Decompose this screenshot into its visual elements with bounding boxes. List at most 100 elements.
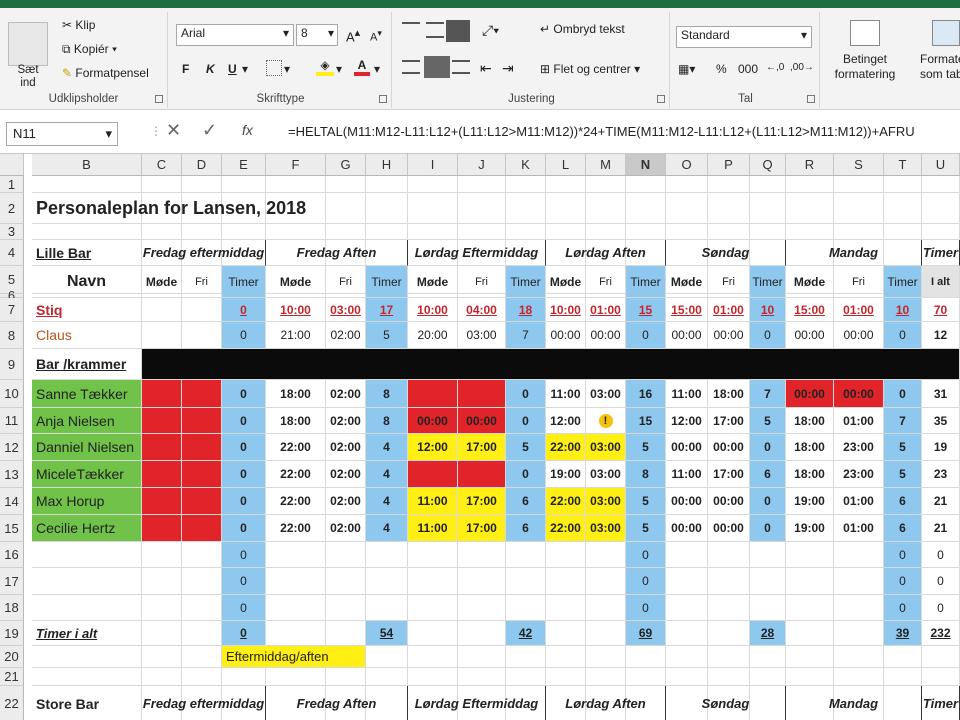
cell-u15[interactable]: 21	[922, 515, 960, 542]
cell[interactable]	[834, 568, 884, 595]
staff-name[interactable]: MiceleTækker	[32, 461, 142, 488]
subheader-fri-g[interactable]: Fri	[326, 266, 366, 298]
cell-m13[interactable]: 03:00	[586, 461, 626, 488]
cell-h14[interactable]: 4	[366, 488, 408, 515]
column-header-t[interactable]: T	[884, 154, 922, 176]
cell-p7[interactable]: 01:00	[708, 298, 750, 322]
cell[interactable]	[586, 176, 626, 193]
column-header-r[interactable]: R	[786, 154, 834, 176]
cell[interactable]	[408, 668, 458, 686]
cell-u14[interactable]: 21	[922, 488, 960, 515]
row-header-1[interactable]: 1	[0, 176, 24, 193]
cell-i15[interactable]: 11:00	[408, 515, 458, 542]
cell[interactable]	[142, 621, 182, 646]
section-store-bar[interactable]: Store Bar	[32, 686, 142, 720]
cell[interactable]	[786, 646, 834, 668]
cell[interactable]	[326, 176, 366, 193]
cell[interactable]	[266, 668, 326, 686]
cell[interactable]	[326, 568, 366, 595]
cell-n8[interactable]: 0	[626, 322, 666, 349]
cell[interactable]	[626, 176, 666, 193]
cell-f11[interactable]: 18:00	[266, 408, 326, 434]
cell-s8[interactable]: 00:00	[834, 322, 884, 349]
cell[interactable]	[546, 595, 586, 621]
cell[interactable]	[666, 646, 708, 668]
cell-p13[interactable]: 17:00	[708, 461, 750, 488]
cell-q13[interactable]: 6	[750, 461, 786, 488]
subheader-timer-k[interactable]: Timer	[506, 266, 546, 298]
cell-n16[interactable]: 0	[626, 542, 666, 568]
cell-q12[interactable]: 0	[750, 434, 786, 461]
cell-h13[interactable]: 4	[366, 461, 408, 488]
total-u[interactable]: 232	[922, 621, 960, 646]
cell-k14[interactable]: 6	[506, 488, 546, 515]
cell-c8[interactable]	[142, 322, 182, 349]
cell[interactable]	[326, 224, 366, 240]
subheader-timer-q[interactable]: Timer	[750, 266, 786, 298]
row-header-15[interactable]: 15	[0, 515, 24, 542]
cell-i8[interactable]: 20:00	[408, 322, 458, 349]
cell[interactable]	[884, 646, 922, 668]
row-header-19[interactable]: 19	[0, 621, 24, 646]
cell-l14[interactable]: 22:00	[546, 488, 586, 515]
section-lille-bar[interactable]: Lille Bar	[32, 240, 142, 266]
cell[interactable]	[586, 224, 626, 240]
cell[interactable]	[458, 224, 506, 240]
cell-t13[interactable]: 5	[884, 461, 922, 488]
cell[interactable]	[546, 568, 586, 595]
cell-p11[interactable]: 17:00	[708, 408, 750, 434]
cell-k10[interactable]: 0	[506, 380, 546, 408]
store-bar-day-5[interactable]: Mandag	[786, 686, 922, 720]
column-header-h[interactable]: H	[366, 154, 408, 176]
cell-t14[interactable]: 6	[884, 488, 922, 515]
cell[interactable]	[666, 621, 708, 646]
cell-f13[interactable]: 22:00	[266, 461, 326, 488]
staff-name[interactable]: Anja Nielsen	[32, 408, 142, 434]
cell-i14[interactable]: 11:00	[408, 488, 458, 515]
cell[interactable]	[586, 542, 626, 568]
cell[interactable]	[32, 568, 142, 595]
cell-s14[interactable]: 01:00	[834, 488, 884, 515]
cell-q7[interactable]: 10	[750, 298, 786, 322]
day-header-2[interactable]: Lørdag Eftermiddag	[408, 240, 546, 266]
cell[interactable]	[506, 668, 546, 686]
cell[interactable]	[366, 668, 408, 686]
row-header-12[interactable]: 12	[0, 434, 24, 461]
subheader-mode-o[interactable]: Møde	[666, 266, 708, 298]
staff-name[interactable]: Claus	[32, 322, 142, 349]
store-bar-day-2[interactable]: Lørdag Eftermiddag	[408, 686, 546, 720]
cell-l15[interactable]: 22:00	[546, 515, 586, 542]
cell-n18[interactable]: 0	[626, 595, 666, 621]
cell[interactable]	[786, 176, 834, 193]
cell[interactable]	[142, 595, 182, 621]
subheader-fri-p[interactable]: Fri	[708, 266, 750, 298]
cell-r14[interactable]: 19:00	[786, 488, 834, 515]
cell[interactable]	[546, 646, 586, 668]
cell[interactable]	[142, 568, 182, 595]
cell-s12[interactable]: 23:00	[834, 434, 884, 461]
store-bar-day-3[interactable]: Lørdag Aften	[546, 686, 666, 720]
cell[interactable]	[922, 193, 960, 224]
column-header-j[interactable]: J	[458, 154, 506, 176]
cell[interactable]	[266, 568, 326, 595]
cell-e14[interactable]: 0	[222, 488, 266, 515]
cell[interactable]	[142, 668, 182, 686]
cell[interactable]	[366, 224, 408, 240]
cell-j13[interactable]	[458, 461, 506, 488]
staff-name[interactable]: Max Horup	[32, 488, 142, 515]
cell-u12[interactable]: 19	[922, 434, 960, 461]
cell-o10[interactable]: 11:00	[666, 380, 708, 408]
column-header-i[interactable]: I	[408, 154, 458, 176]
cell[interactable]	[750, 668, 786, 686]
cell[interactable]	[366, 568, 408, 595]
column-header-g[interactable]: G	[326, 154, 366, 176]
cell[interactable]	[586, 621, 626, 646]
cell-g11[interactable]: 02:00	[326, 408, 366, 434]
subheader-mode-i[interactable]: Møde	[408, 266, 458, 298]
column-header-k[interactable]: K	[506, 154, 546, 176]
cell[interactable]	[834, 224, 884, 240]
cell[interactable]	[708, 595, 750, 621]
cell-m11[interactable]: !	[586, 408, 626, 434]
cell-j14[interactable]: 17:00	[458, 488, 506, 515]
row-header-2[interactable]: 2	[0, 193, 24, 224]
